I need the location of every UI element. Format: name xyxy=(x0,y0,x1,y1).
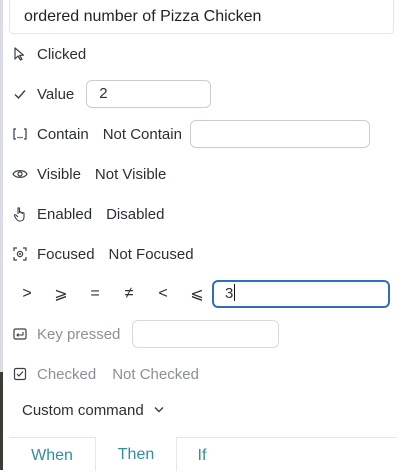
custom-command-label: Custom command xyxy=(22,402,144,419)
row-checked: Checked Not Checked xyxy=(12,360,213,388)
step-tabs: When Then If xyxy=(9,437,397,471)
cursor-icon xyxy=(12,46,28,62)
focus-icon xyxy=(12,246,28,262)
contain-option[interactable]: Contain xyxy=(37,126,89,143)
tab-if[interactable]: If xyxy=(175,438,229,471)
row-key-pressed: Key pressed xyxy=(12,320,280,348)
tab-when[interactable]: When xyxy=(9,438,95,471)
row-contain: Contain Not Contain xyxy=(12,120,370,148)
checked-option[interactable]: Checked xyxy=(37,366,96,383)
row-compare: > ⩾ = ≠ < ⩽ 3 xyxy=(10,280,390,308)
hand-pointer-icon xyxy=(12,206,28,222)
check-icon xyxy=(12,86,28,102)
row-focused: Focused Not Focused xyxy=(12,240,208,268)
contain-input[interactable] xyxy=(189,120,370,148)
not-visible-option[interactable]: Not Visible xyxy=(95,166,166,183)
enabled-option[interactable]: Enabled xyxy=(37,206,92,223)
not-contain-option[interactable]: Not Contain xyxy=(103,126,182,143)
operator-not-equal[interactable]: ≠ xyxy=(112,285,146,303)
checkbox-icon xyxy=(12,366,28,382)
keyboard-icon xyxy=(12,326,28,342)
text-caret xyxy=(234,284,236,301)
operator-list: > ⩾ = ≠ < ⩽ xyxy=(10,284,214,304)
custom-command-dropdown[interactable]: Custom command xyxy=(22,402,164,419)
key-pressed-option[interactable]: Key pressed xyxy=(37,326,120,343)
tab-then[interactable]: Then xyxy=(95,437,177,471)
compare-input-text: 3 xyxy=(225,285,234,302)
key-pressed-input[interactable] xyxy=(132,320,280,348)
operator-less[interactable]: < xyxy=(146,285,180,303)
not-focused-option[interactable]: Not Focused xyxy=(109,246,194,263)
operator-equal[interactable]: = xyxy=(78,285,112,303)
clicked-option[interactable]: Clicked xyxy=(37,46,86,63)
row-enabled: Enabled Disabled xyxy=(12,200,178,228)
operator-less-equal[interactable]: ⩽ xyxy=(180,284,214,304)
operator-greater-equal[interactable]: ⩾ xyxy=(44,284,78,304)
row-visible: Visible Not Visible xyxy=(12,160,180,188)
operator-greater[interactable]: > xyxy=(10,285,44,303)
row-value: Value 2 xyxy=(12,80,212,108)
disabled-option[interactable]: Disabled xyxy=(106,206,164,223)
focused-option[interactable]: Focused xyxy=(37,246,95,263)
row-clicked[interactable]: Clicked xyxy=(12,40,100,68)
eye-icon xyxy=(12,166,28,182)
brackets-icon xyxy=(12,126,28,142)
chevron-down-icon xyxy=(154,405,164,416)
step-title: ordered number of Pizza Chicken xyxy=(9,0,394,34)
left-edge xyxy=(0,0,3,470)
visible-option[interactable]: Visible xyxy=(37,166,81,183)
compare-input[interactable]: 3 xyxy=(212,280,390,308)
not-checked-option[interactable]: Not Checked xyxy=(112,366,199,383)
value-input[interactable]: 2 xyxy=(86,80,212,108)
value-option[interactable]: Value xyxy=(37,86,74,103)
left-edge-dark xyxy=(0,372,3,470)
